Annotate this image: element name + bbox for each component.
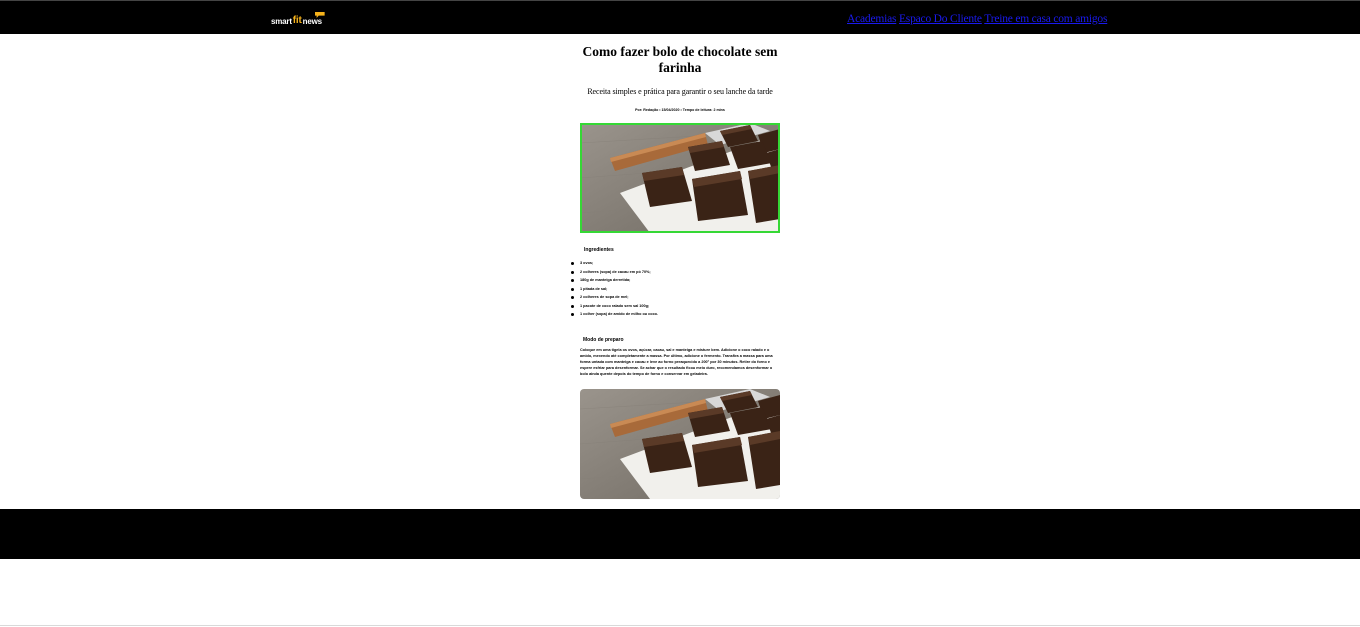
list-item: 3 ovos; [570, 259, 658, 268]
nav-link-treine-em-casa[interactable]: Treine em casa com amigos [984, 13, 1107, 25]
ingredients-heading: Ingredientes [584, 247, 614, 253]
article-subtitle: Receita simples e prática para garantir … [587, 87, 773, 96]
list-item: 2 colheres (sopa) de cacau em pó 70%; [570, 268, 658, 277]
logo-smart: smart [271, 17, 292, 26]
article-meta: Por: Redação • 15/04/2020 • Tempo de lei… [635, 108, 725, 112]
divider [0, 625, 1360, 626]
list-item: 1 colher (sopa) de amido de milho ou coc… [570, 310, 658, 319]
top-navigation-bar: smart fit news Academias Espaco Do Clien… [0, 0, 1360, 34]
method-paragraph: Coloque em uma tigela os ovos, açúcar, c… [580, 348, 773, 376]
footer [0, 509, 1360, 559]
smart-fit-news-logo[interactable]: smart fit news [271, 10, 322, 26]
method-heading: Modo de preparo [583, 337, 624, 343]
brownie-photo-main[interactable] [580, 123, 780, 233]
list-item: 180g de manteiga derretida; [570, 276, 658, 285]
brownie-image [580, 123, 780, 233]
logo-fit: fit [292, 15, 302, 26]
brownie-photo-secondary[interactable] [580, 389, 780, 499]
brownie-image [580, 389, 780, 499]
list-item: 2 colheres de sopa de mel; [570, 293, 658, 302]
article-title: Como fazer bolo de chocolate sem farinha [582, 44, 778, 75]
nav-link-espaco-do-cliente[interactable]: Espaco Do Cliente [899, 13, 982, 25]
list-item: 1 pitada de sal; [570, 285, 658, 294]
logo-news: news [302, 17, 322, 26]
list-item: 1 pacote de coco ralado sem sal 100g; [570, 302, 658, 311]
nav-link-academias[interactable]: Academias [847, 13, 896, 25]
ingredients-list: 3 ovos; 2 colheres (sopa) de cacau em pó… [570, 259, 658, 319]
main-nav: Academias Espaco Do Cliente Treine em ca… [847, 13, 1107, 25]
